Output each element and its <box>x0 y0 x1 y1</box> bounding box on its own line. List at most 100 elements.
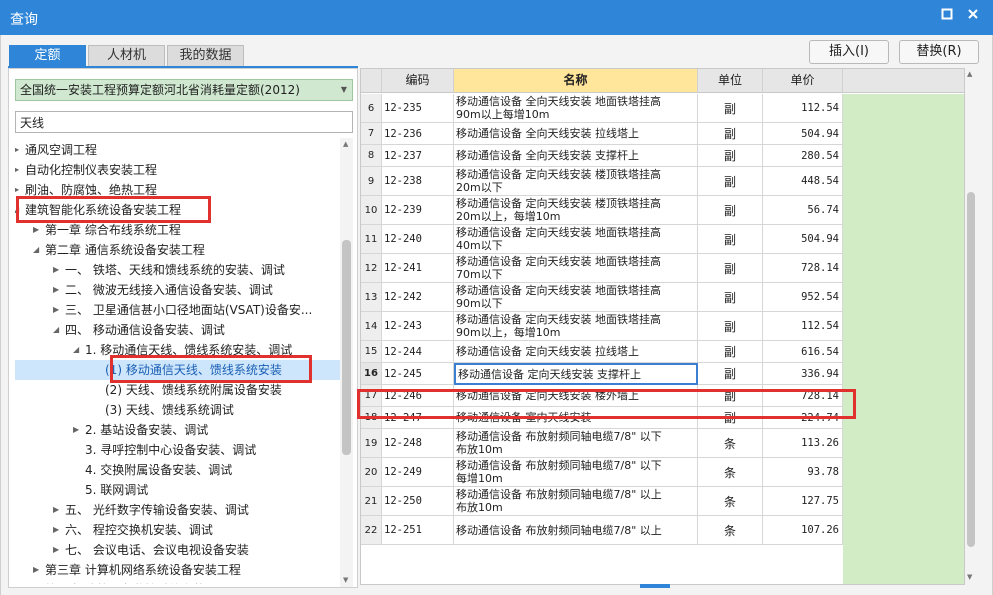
table-row[interactable]: 13 12-242 移动通信设备 定向天线安装 地面铁塔挂高 90m以下副 952.54 <box>361 283 843 312</box>
tree-item[interactable]: ▶ 五、 光纤数字传输设备安装、调试 <box>15 500 340 520</box>
cell-code: 12-248 <box>382 429 454 458</box>
tree-item-label: 第二章 通信系统设备安装工程 <box>45 243 205 257</box>
tree-item[interactable]: ▶ 自动化控制仪表安装工程 <box>15 160 340 180</box>
scroll-up-icon[interactable]: ▲ <box>967 70 972 78</box>
replace-button[interactable]: 替换(R) <box>899 40 979 64</box>
collapsed-triangle-icon[interactable]: ▶ <box>15 140 19 160</box>
table-row[interactable]: 11 12-240 移动通信设备 定向天线安装 地面铁塔挂高 40m以下副 504.94 <box>361 225 843 254</box>
scroll-up-icon[interactable]: ▲ <box>343 140 348 148</box>
tree-item[interactable]: (2) 天线、馈线系统附属设备安装 <box>15 380 340 400</box>
tree-item[interactable]: 5. 联网调试 <box>15 480 340 500</box>
table-row[interactable]: 12 12-241 移动通信设备 定向天线安装 地面铁塔挂高 70m以下副 728.14 <box>361 254 843 283</box>
scroll-down-icon[interactable]: ▼ <box>343 576 348 584</box>
tree-item[interactable]: (3) 天线、馈线系统调试 <box>15 400 340 420</box>
cell-code: 12-251 <box>382 516 454 545</box>
table-row[interactable]: 8 12-237 移动通信设备 全向天线安装 支撑杆上 副 280.54 <box>361 145 843 167</box>
tree-item[interactable]: ◢ 四、 移动通信设备安装、调试 <box>15 320 340 340</box>
maximize-icon[interactable] <box>938 8 956 26</box>
table-row[interactable]: 6 12-235 移动通信设备 全向天线安装 地面铁塔挂高 90m以上每增10m 副 11… <box>361 94 843 123</box>
table-row[interactable]: 21 12-250 移动通信设备 布放射频同轴电缆7/8" 以上 布放10m 条 127.… <box>361 487 843 516</box>
cell-name-line: 移动通信设备 定向天线安装 支撑杆上 <box>458 367 641 381</box>
cell-name-line: 移动通信设备 定向天线安装 地面铁塔挂高 <box>456 226 661 239</box>
search-input[interactable] <box>15 111 353 133</box>
table-row[interactable]: 19 12-248 移动通信设备 布放射频同轴电缆7/8" 以下 布放10m 条 113.… <box>361 429 843 458</box>
cell-code: 12-247 <box>382 407 454 429</box>
collapsed-triangle-icon[interactable]: ▶ <box>15 160 19 180</box>
splitter-handle[interactable] <box>640 584 670 588</box>
row-index: 14 <box>361 312 382 341</box>
collapsed-triangle-icon[interactable]: ▶ <box>53 540 59 560</box>
tree-item[interactable]: ◢ 1. 移动通信天线、馈线系统安装、调试 <box>15 340 340 360</box>
tree-scrollbar-thumb[interactable] <box>342 240 351 455</box>
table-row[interactable]: 17 12-246 移动通信设备 定向天线安装 楼外墙上 副 728.14 <box>361 385 843 407</box>
tab-quota[interactable]: 定额 <box>9 45 86 67</box>
collapsed-triangle-icon[interactable]: ▶ <box>33 580 39 584</box>
tree-item-label: (2) 天线、馈线系统附属设备安装 <box>105 383 282 397</box>
collapsed-triangle-icon[interactable]: ▶ <box>53 280 59 300</box>
tree-item[interactable]: ▶ 二、 微波无线接入通信设备安装、调试 <box>15 280 340 300</box>
tree-item[interactable]: ◢ 第二章 通信系统设备安装工程 <box>15 240 340 260</box>
tab-labor-material-machine[interactable]: 人材机 <box>88 45 165 67</box>
tree-item[interactable]: ▶ 第三章 计算机网络系统设备安装工程 <box>15 560 340 580</box>
collapsed-triangle-icon[interactable]: ▶ <box>53 520 59 540</box>
tree-item-label: 自动化控制仪表安装工程 <box>25 163 158 177</box>
collapsed-triangle-icon[interactable]: ▶ <box>53 260 59 280</box>
column-header-unit[interactable]: 单位 <box>698 69 763 93</box>
tree-item[interactable]: ▶ 2. 基站设备安装、调试 <box>15 420 340 440</box>
table-row[interactable]: 10 12-239 移动通信设备 定向天线安装 楼顶铁塔挂高 20m以上，每增10m 副… <box>361 196 843 225</box>
collapsed-triangle-icon[interactable]: ▶ <box>53 500 59 520</box>
table-row[interactable]: 18 12-247 移动通信设备 室内天线安装 副 224.74 <box>361 407 843 429</box>
table-row[interactable]: 16 12-245 移动通信设备 定向天线安装 支撑杆上 副 336.94 <box>361 363 843 385</box>
tree-item[interactable]: ◢ 建筑智能化系统设备安装工程 <box>15 200 340 220</box>
tab-my-data[interactable]: 我的数据 <box>167 45 244 67</box>
column-header-name[interactable]: 名称 <box>454 69 698 93</box>
table-row[interactable]: 22 12-251 移动通信设备 布放射频同轴电缆7/8" 以上 条 107.26 <box>361 516 843 545</box>
insert-button[interactable]: 插入(I) <box>809 40 889 64</box>
cell-price: 224.74 <box>763 407 843 429</box>
library-select[interactable]: 全国统一安装工程预算定额河北省消耗量定额(2012) ▼ <box>15 79 353 101</box>
cell-name-line: 移动通信设备 全向天线安装 支撑杆上 <box>456 149 639 162</box>
table-scrollbar-thumb[interactable] <box>967 192 975 547</box>
table-row[interactable]: 20 12-249 移动通信设备 布放射频同轴电缆7/8" 以下 每增10m 条 93.7… <box>361 458 843 487</box>
tree-item[interactable]: ▶ 一、 铁塔、天线和馈线系统的安装、调试 <box>15 260 340 280</box>
scroll-down-icon[interactable]: ▼ <box>967 573 972 581</box>
tree-item[interactable]: ▶ 第一章 综合布线系统工程 <box>15 220 340 240</box>
collapsed-triangle-icon[interactable]: ▶ <box>33 220 39 240</box>
close-icon[interactable] <box>964 8 982 26</box>
tree-item[interactable]: 4. 交换附属设备安装、调试 <box>15 460 340 480</box>
tree-item[interactable]: (1) 移动通信天线、馈线系统安装 <box>15 360 340 380</box>
cell-code: 12-238 <box>382 167 454 196</box>
table-row[interactable]: 9 12-238 移动通信设备 定向天线安装 楼顶铁塔挂高 20m以下副 448.54 <box>361 167 843 196</box>
collapsed-triangle-icon[interactable]: ▶ <box>73 420 79 440</box>
tree-item[interactable]: 3. 寻呼控制中心设备安装、调试 <box>15 440 340 460</box>
cell-price: 728.14 <box>763 254 843 283</box>
cell-name: 移动通信设备 布放射频同轴电缆7/8" 以下 每增10m <box>454 458 698 487</box>
cell-unit: 条 <box>698 429 763 458</box>
tree-scrollbar[interactable]: ▲ ▼ <box>340 138 353 587</box>
collapsed-triangle-icon[interactable]: ▶ <box>15 180 19 200</box>
cell-code: 12-236 <box>382 123 454 145</box>
expanded-triangle-icon[interactable]: ◢ <box>53 320 59 340</box>
table-row[interactable]: 14 12-243 移动通信设备 定向天线安装 地面铁塔挂高 90m以上，每增10m 副… <box>361 312 843 341</box>
table-row[interactable]: 7 12-236 移动通信设备 全向天线安装 拉线塔上 副 504.94 <box>361 123 843 145</box>
column-header-code[interactable]: 编码 <box>382 69 454 93</box>
table-row[interactable]: 15 12-244 移动通信设备 定向天线安装 拉线塔上 副 616.54 <box>361 341 843 363</box>
collapsed-triangle-icon[interactable]: ▶ <box>33 560 39 580</box>
cell-price: 504.94 <box>763 225 843 254</box>
tree-item[interactable]: ▶ 通风空调工程 <box>15 140 340 160</box>
cell-unit: 副 <box>698 385 763 407</box>
collapsed-triangle-icon[interactable]: ▶ <box>53 300 59 320</box>
tree-item-label: 第四章 建筑设备监控系统安装工程 <box>45 580 229 584</box>
tree-item-label: 七、 会议电话、会议电视设备安装 <box>65 543 249 557</box>
cell-unit: 条 <box>698 458 763 487</box>
tree-item[interactable]: ▶ 第四章 建筑设备监控系统安装工程 <box>15 580 340 584</box>
column-header-price[interactable]: 单价 <box>763 69 843 93</box>
expanded-triangle-icon[interactable]: ◢ <box>73 340 79 360</box>
expanded-triangle-icon[interactable]: ◢ <box>15 200 19 220</box>
tree-item[interactable]: ▶ 刷油、防腐蚀、绝热工程 <box>15 180 340 200</box>
table-scrollbar[interactable]: ▲ ▼ <box>965 68 977 585</box>
tree-item[interactable]: ▶ 三、 卫星通信甚小口径地面站(VSAT)设备安... <box>15 300 340 320</box>
tree-item[interactable]: ▶ 六、 程控交换机安装、调试 <box>15 520 340 540</box>
expanded-triangle-icon[interactable]: ◢ <box>33 240 39 260</box>
tree-item[interactable]: ▶ 七、 会议电话、会议电视设备安装 <box>15 540 340 560</box>
